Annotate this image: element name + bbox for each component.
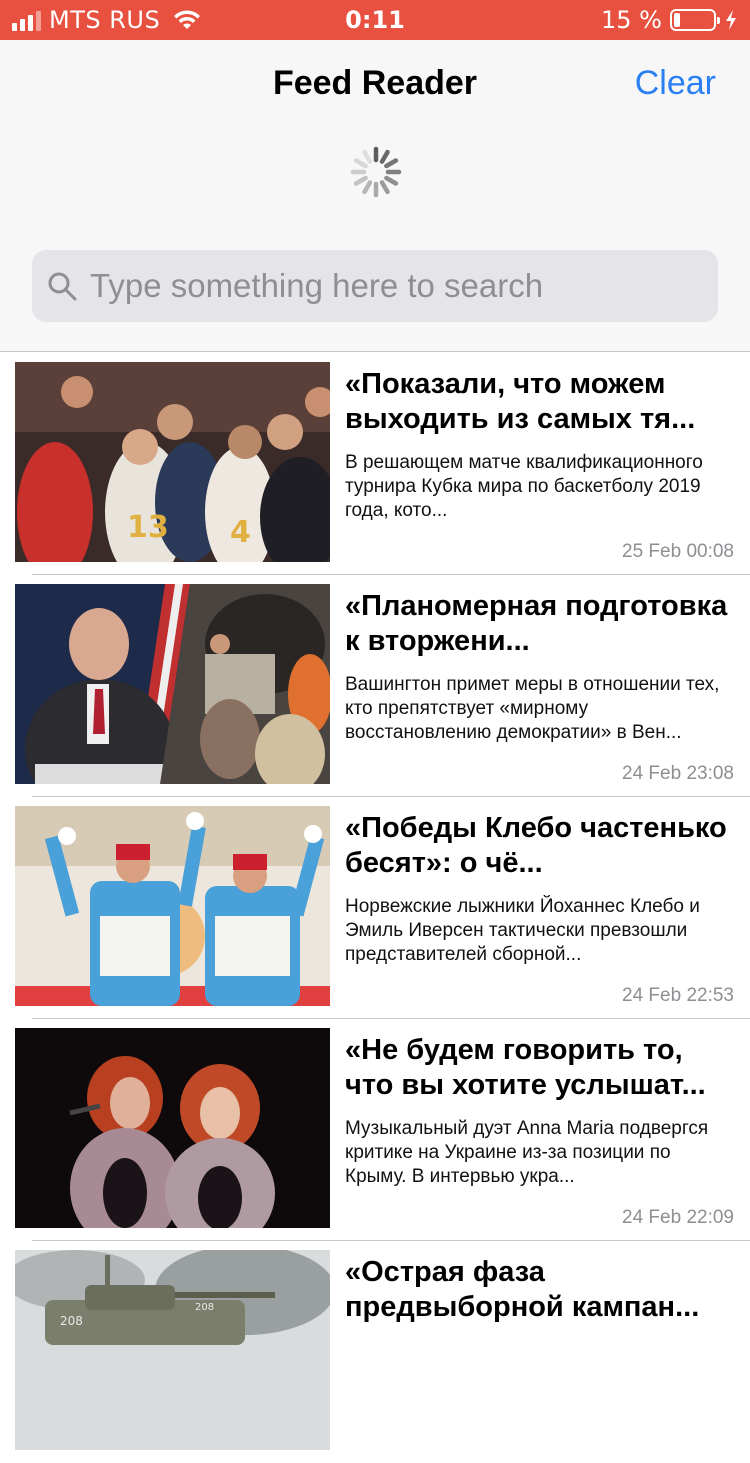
feed-item-image: 13 4 (15, 362, 330, 562)
svg-text:13: 13 (127, 510, 169, 545)
feed-item-summary: Музыкальный дуэт Anna Maria подвергся кр… (345, 1118, 709, 1187)
feed-item-image (15, 1028, 330, 1228)
feed-item-summary: Норвежские лыжники Йоханнес Клебо и Эмил… (345, 896, 700, 965)
feed-item[interactable]: 13 4 «Показали, что можем выходить из са… (0, 353, 750, 575)
feed-item[interactable]: 208 208 «Острая фаза предвыборной кампан… (0, 1241, 750, 1463)
svg-text:4: 4 (230, 515, 251, 550)
feed-item-date: 24 Feb 22:09 (622, 1207, 734, 1228)
feed-item-date: 24 Feb 23:08 (622, 763, 734, 784)
status-right: 15 % (601, 0, 738, 40)
feed-item-summary: Вашингтон примет меры в отношении тех, к… (345, 674, 720, 743)
battery-level-fill (674, 13, 680, 27)
search-input[interactable] (90, 267, 690, 305)
battery-percent: 15 % (601, 6, 662, 34)
navigation-bar: Feed Reader Clear (0, 40, 750, 352)
svg-text:208: 208 (195, 1302, 214, 1313)
search-icon (48, 272, 77, 301)
basketball-team-photo: 13 4 (15, 362, 330, 562)
feed-item-title: «Победы Клебо частенько бесят»: о чё... (345, 812, 727, 879)
status-bar: MTS RUS 0:11 15 % (0, 0, 750, 40)
svg-text:208: 208 (60, 1314, 83, 1328)
feed-list: 13 4 «Показали, что можем выходить из са… (0, 353, 750, 1463)
loading-spinner-icon (350, 146, 402, 198)
battery-icon (670, 9, 720, 31)
singers-on-stage-photo (15, 1028, 330, 1228)
feed-item[interactable]: «Планомерная подготовка к вторжени... Ва… (0, 575, 750, 797)
skiers-celebrating-photo (15, 806, 330, 1006)
feed-item-title: «Показали, что можем выходить из самых т… (345, 368, 696, 435)
feed-item-title: «Не будем говорить то, что вы хотите усл… (345, 1034, 706, 1101)
feed-item-summary: В решающем матче квалификационного турни… (345, 452, 703, 521)
armored-vehicle-photo: 208 208 (15, 1250, 330, 1450)
search-bar[interactable] (32, 250, 718, 322)
clear-button[interactable]: Clear (635, 64, 716, 103)
feed-item[interactable]: «Не будем говорить то, что вы хотите усл… (0, 1019, 750, 1241)
feed-item-title: «Планомерная подготовка к вторжени... (345, 590, 728, 657)
feed-item-date: 25 Feb 00:08 (622, 541, 734, 562)
charging-bolt-icon (726, 10, 736, 30)
feed-item-date: 24 Feb 22:53 (622, 985, 734, 1006)
feed-item-image (15, 584, 330, 784)
feed-item-image (15, 806, 330, 1006)
feed-item-title: «Острая фаза предвыборной кампан... (345, 1256, 700, 1323)
feed-item[interactable]: «Победы Клебо частенько бесят»: о чё... … (0, 797, 750, 1019)
politician-and-protest-photo (15, 584, 330, 784)
feed-item-image: 208 208 (15, 1250, 330, 1450)
